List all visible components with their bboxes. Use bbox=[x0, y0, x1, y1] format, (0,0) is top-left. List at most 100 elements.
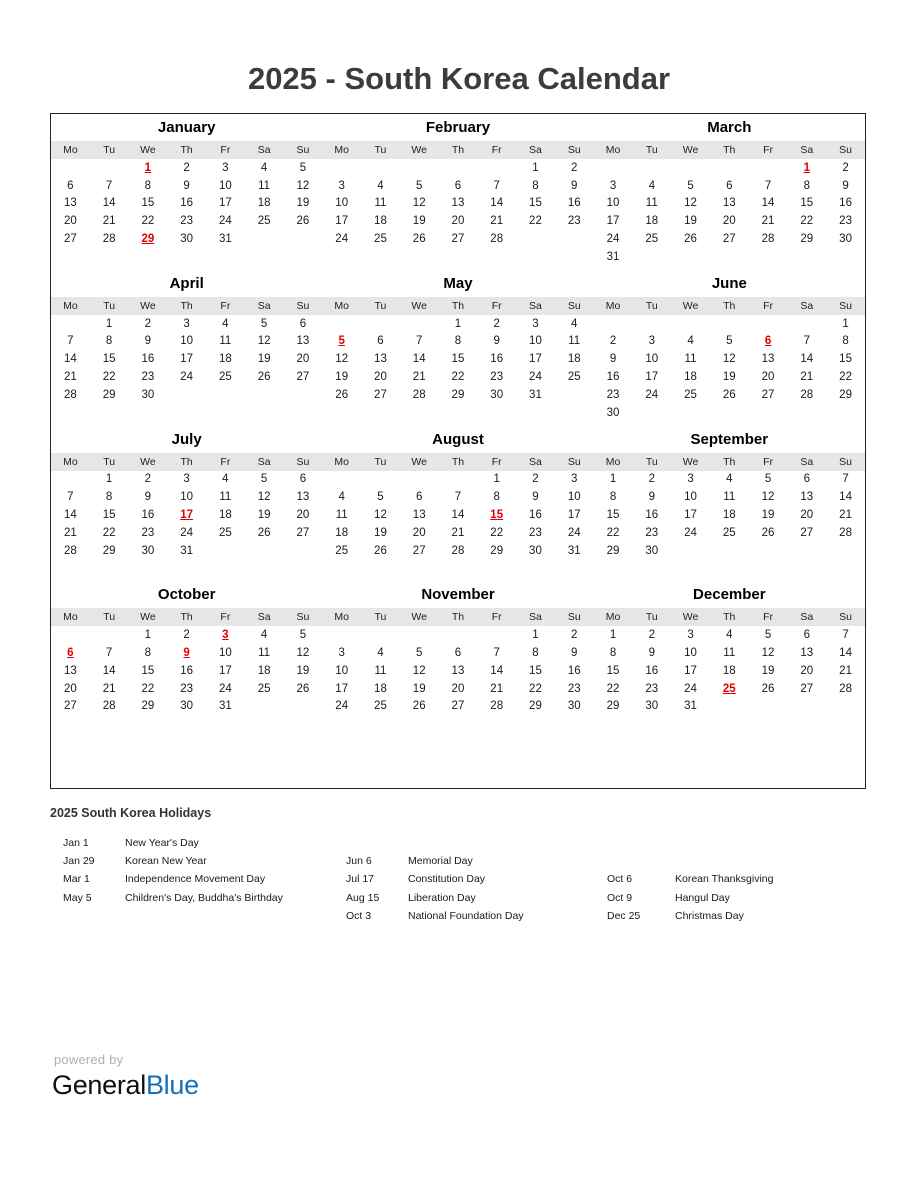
day-cell-empty bbox=[361, 626, 400, 645]
day-cell: 26 bbox=[322, 385, 362, 404]
weekday-header-sa: Sa bbox=[244, 452, 284, 471]
weekday-header-mo: Mo bbox=[322, 608, 362, 627]
weekday-header-su: Su bbox=[554, 141, 594, 159]
week-row: 12 13 14 15 16 17 18 bbox=[322, 350, 594, 369]
day-cell: 27 bbox=[787, 523, 827, 542]
holiday-row: Jan 1 New Year's Day bbox=[63, 834, 341, 852]
day-cell: 13 bbox=[399, 506, 439, 524]
day-cell: 29 bbox=[516, 697, 555, 716]
day-cell: 8 bbox=[593, 644, 633, 662]
day-cell: 15 bbox=[826, 350, 865, 369]
day-cell: 12 bbox=[244, 332, 284, 351]
week-row: 8 9 10 11 12 13 14 bbox=[593, 488, 865, 507]
day-cell: 24 bbox=[593, 230, 633, 248]
day-cell: 23 bbox=[554, 212, 594, 231]
day-cell: 21 bbox=[438, 523, 478, 542]
day-cell: 11 bbox=[361, 661, 400, 680]
weekday-header-we: We bbox=[399, 141, 439, 159]
day-cell-holiday: 6 bbox=[51, 644, 90, 662]
day-cell: 28 bbox=[787, 385, 827, 404]
day-cell-empty bbox=[671, 159, 710, 177]
day-cell: 25 bbox=[206, 523, 245, 542]
quarter-row: July Mo Tu We Th Fr Sa Su 1 2 3 4 5 6 7 8 9 10 11 12 13 14 15… bbox=[51, 425, 865, 582]
day-cell: 27 bbox=[709, 230, 749, 248]
day-cell: 23 bbox=[516, 523, 555, 542]
weekday-header-th: Th bbox=[167, 608, 206, 627]
day-cell-empty bbox=[787, 715, 827, 734]
weekday-header-tu: Tu bbox=[632, 452, 672, 471]
day-cell: 11 bbox=[244, 644, 284, 662]
day-cell: 9 bbox=[128, 332, 168, 351]
day-cell: 2 bbox=[128, 470, 168, 489]
week-row: 12 bbox=[593, 159, 865, 177]
day-cell-empty bbox=[477, 247, 517, 266]
day-cell-empty bbox=[632, 559, 672, 578]
weekday-header-sa: Sa bbox=[244, 296, 284, 315]
day-cell: 22 bbox=[89, 523, 129, 542]
week-row: 1234567 bbox=[593, 470, 865, 489]
weekday-header-mo: Mo bbox=[593, 452, 633, 471]
day-cell-empty bbox=[206, 715, 245, 734]
weekday-header-we: We bbox=[399, 608, 439, 627]
day-cell: 15 bbox=[516, 661, 555, 680]
day-cell: 28 bbox=[399, 385, 439, 404]
day-cell: 22 bbox=[516, 212, 555, 231]
holiday-date: Jan 1 bbox=[63, 837, 89, 849]
day-cell-empty bbox=[748, 314, 788, 333]
day-cell: 9 bbox=[167, 176, 206, 195]
day-cell: 31 bbox=[554, 541, 594, 560]
week-row-filler bbox=[51, 715, 323, 734]
week-row: 17 18 19 20 21 22 23 bbox=[322, 679, 594, 698]
day-cell-empty bbox=[361, 314, 400, 333]
weekday-header-mo: Mo bbox=[51, 608, 90, 627]
week-row-filler bbox=[51, 559, 323, 578]
day-cell: 12 bbox=[283, 644, 323, 662]
weekday-header-su: Su bbox=[826, 141, 865, 159]
day-cell-empty bbox=[516, 230, 555, 248]
day-cell: 3 bbox=[167, 470, 206, 489]
day-cell-empty bbox=[438, 470, 478, 489]
week-row: 10 11 12 13 14 15 16 bbox=[322, 194, 594, 213]
weekday-header-fr: Fr bbox=[748, 452, 788, 471]
day-cell: 17 bbox=[206, 194, 245, 213]
day-cell: 18 bbox=[554, 350, 594, 369]
day-cell: 2 bbox=[167, 159, 206, 177]
day-cell: 2 bbox=[593, 332, 633, 351]
weekday-header-mo: Mo bbox=[51, 452, 90, 471]
day-cell: 1 bbox=[89, 470, 129, 489]
day-cell-empty bbox=[826, 715, 865, 734]
week-row: 5 6 7 8 9 10 11 bbox=[322, 332, 594, 351]
day-cell: 26 bbox=[399, 230, 439, 248]
day-cell: 23 bbox=[593, 385, 633, 404]
day-cell-empty bbox=[787, 247, 827, 266]
day-cell: 30 bbox=[128, 385, 168, 404]
day-cell: 5 bbox=[748, 626, 788, 645]
day-cell: 17 bbox=[516, 350, 555, 369]
month-block-september: September Mo Tu We Th Fr Sa Su 1 2 3 4 5 6 7 8 9 10 11 12 13… bbox=[593, 425, 865, 582]
day-cell-empty bbox=[826, 541, 865, 560]
week-row: 123 bbox=[322, 470, 594, 489]
day-cell-empty bbox=[477, 159, 517, 177]
day-cell: 17 bbox=[167, 350, 206, 369]
day-cell: 22 bbox=[477, 523, 517, 542]
day-cell-empty bbox=[593, 159, 633, 177]
day-cell: 29 bbox=[89, 541, 129, 560]
holiday-row: Oct 3 National Foundation Day bbox=[346, 907, 601, 925]
weekday-header-fr: Fr bbox=[206, 296, 245, 315]
day-cell: 9 bbox=[477, 332, 517, 351]
day-cell: 6 bbox=[361, 332, 400, 351]
week-row: 123456 bbox=[51, 314, 323, 333]
day-cell-empty bbox=[244, 230, 284, 248]
day-cell: 17 bbox=[206, 661, 245, 680]
day-cell: 26 bbox=[399, 697, 439, 716]
day-cell: 19 bbox=[399, 212, 439, 231]
weekday-header-row: Mo Tu We Th Fr Sa Su bbox=[51, 141, 323, 159]
day-cell: 23 bbox=[128, 523, 168, 542]
day-cell-empty bbox=[322, 247, 362, 266]
day-cell-holiday: 25 bbox=[709, 679, 749, 698]
day-cell: 8 bbox=[128, 644, 168, 662]
month-day-grid: Mo Tu We Th Fr Sa Su 1 2 3 4 5 6 7 8 9 10 11 12 13 14 15 16 17… bbox=[322, 141, 594, 266]
day-cell: 3 bbox=[671, 470, 710, 489]
weekday-header-sa: Sa bbox=[516, 452, 555, 471]
day-cell: 11 bbox=[206, 488, 245, 507]
